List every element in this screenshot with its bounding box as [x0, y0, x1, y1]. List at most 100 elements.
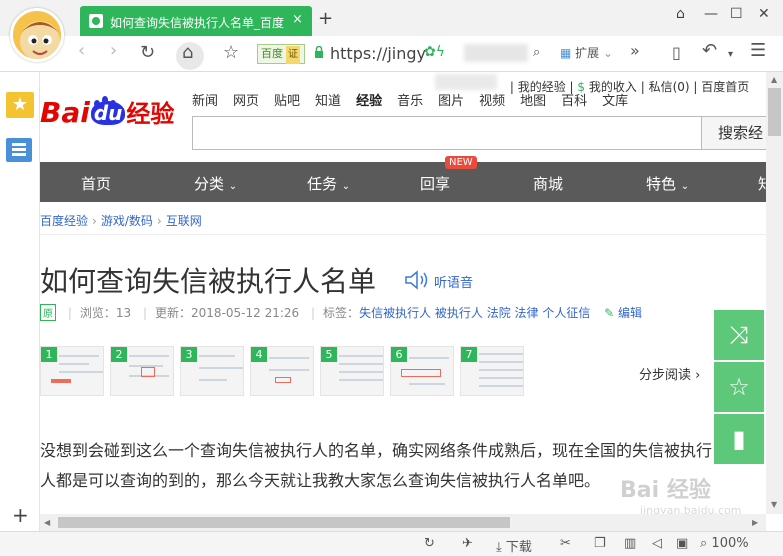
reload-button[interactable]: ↻: [140, 44, 155, 62]
step-thumbnail[interactable]: 3: [180, 346, 244, 396]
layout-icon[interactable]: ▣: [676, 536, 688, 551]
new-tab-button[interactable]: +: [318, 8, 333, 29]
nav-wenku[interactable]: 文库: [602, 94, 628, 109]
share-icon: ⤨: [729, 321, 749, 349]
minimize-button[interactable]: —: [704, 6, 718, 22]
tab-close-button[interactable]: ×: [292, 12, 303, 27]
user-avatar[interactable]: [10, 8, 64, 62]
horizontal-scrollbar[interactable]: ◀ ▶: [40, 514, 766, 531]
undo-button[interactable]: ↶: [702, 42, 717, 60]
vertical-scroll-thumb[interactable]: [768, 88, 781, 136]
main-nav-mall[interactable]: 商城: [533, 173, 563, 194]
nav-web[interactable]: 网页: [233, 94, 259, 109]
main-nav-featured-label: 特色: [646, 175, 677, 193]
main-nav-home[interactable]: 首页: [81, 173, 111, 194]
step-thumbnails: 1 2 3 4 5 6 7: [40, 346, 560, 398]
scroll-up-icon[interactable]: ▲: [771, 75, 777, 84]
search-button[interactable]: 搜索经: [702, 116, 766, 150]
nav-tieba[interactable]: 贴吧: [274, 94, 300, 109]
back-button[interactable]: ‹: [78, 42, 85, 60]
horizontal-scroll-thumb[interactable]: [58, 517, 510, 528]
step-thumbnail[interactable]: 4: [250, 346, 314, 396]
extensions-button[interactable]: ▦ 扩展 ⌄: [560, 44, 613, 61]
zoom-icon: ⌕: [700, 536, 708, 551]
scroll-down-icon[interactable]: ▼: [771, 500, 777, 509]
page-content: xxxxxxxxxx | 我的经验 | $ 我的收入 | 私信(0) | 百度首…: [40, 72, 766, 514]
skin-icon[interactable]: ⌂: [676, 6, 685, 22]
chevron-right-icon: ›: [92, 214, 97, 228]
refresh-icon[interactable]: ↻: [424, 536, 435, 551]
cut-icon[interactable]: ✂: [560, 536, 571, 551]
step-read-button[interactable]: 分步阅读 ›: [639, 364, 700, 383]
trash-icon[interactable]: ▥: [624, 536, 636, 551]
baidu-jingyan-favicon-icon: [89, 14, 103, 28]
main-nav-category[interactable]: 分类 ⌄: [194, 173, 237, 194]
add-sidebar-button[interactable]: +: [12, 505, 29, 525]
link-messages[interactable]: 私信(0): [649, 80, 690, 94]
scroll-right-icon[interactable]: ▶: [752, 518, 758, 527]
more-extensions-button[interactable]: »: [630, 42, 640, 60]
title-bar: 如何查询失信被执行人名单_百度 × + ⌂ — ☐ ✕: [0, 0, 783, 36]
window-icon[interactable]: ❐: [594, 536, 606, 551]
search-icon[interactable]: ⌕: [533, 44, 540, 62]
top-nav: 新闻 网页 贴吧 知道 经验 音乐 图片 视频 地图 百科 文库: [192, 90, 643, 109]
certification-badge[interactable]: 百度证: [257, 44, 305, 64]
favorite-button[interactable]: ☆: [714, 362, 764, 412]
star-icon: ☆: [728, 373, 750, 401]
forward-button[interactable]: ›: [110, 42, 117, 60]
step-thumbnail[interactable]: 2: [110, 346, 174, 396]
step-thumbnail[interactable]: 1: [40, 346, 104, 396]
rocket-icon[interactable]: ✈: [462, 536, 473, 551]
breadcrumb-item[interactable]: 百度经验: [40, 214, 88, 228]
main-nav-huixiang[interactable]: 回享: [420, 173, 450, 194]
share-button[interactable]: ⤨: [714, 310, 764, 360]
phone-icon[interactable]: ▯: [672, 44, 681, 62]
vertical-scrollbar[interactable]: ▲ ▼: [766, 72, 783, 514]
breadcrumb-item[interactable]: 互联网: [166, 214, 202, 228]
divider: [40, 234, 766, 235]
close-window-button[interactable]: ✕: [758, 6, 770, 22]
tags-label: 标签：: [323, 306, 360, 320]
nav-video[interactable]: 视频: [479, 94, 505, 109]
nav-music[interactable]: 音乐: [397, 94, 423, 109]
nav-map[interactable]: 地图: [520, 94, 546, 109]
reading-list-icon[interactable]: [6, 138, 32, 162]
cert-label: 百度: [261, 47, 283, 60]
maximize-button[interactable]: ☐: [730, 6, 743, 22]
breadcrumb-item[interactable]: 游戏/数码: [101, 214, 153, 228]
url-input[interactable]: https://jingy: [330, 44, 426, 63]
nav-baike[interactable]: 百科: [561, 94, 587, 109]
watermark-url: jingyan.baidu.com: [640, 504, 742, 514]
active-tab[interactable]: 如何查询失信被执行人名单_百度 ×: [80, 6, 312, 36]
chevron-down-icon: ⌄: [341, 181, 351, 192]
link-baidu-home[interactable]: 百度首页: [701, 80, 749, 94]
nav-jingyan[interactable]: 经验: [356, 94, 382, 109]
speedup-icon: ✿ϟ: [424, 44, 445, 60]
undo-dropdown-icon[interactable]: ▾: [728, 46, 733, 64]
edit-link[interactable]: ✎ 编辑: [604, 306, 642, 320]
main-nav-featured[interactable]: 特色 ⌄: [646, 173, 689, 194]
page-title: 如何查询失信被执行人名单: [40, 265, 377, 298]
main-nav-zhi[interactable]: 知: [758, 173, 766, 194]
search-input[interactable]: [192, 116, 702, 150]
zoom-control[interactable]: ⌕ 100%: [700, 536, 749, 551]
main-nav-tasks[interactable]: 任务 ⌄: [307, 173, 350, 194]
grid-icon: ▦: [560, 46, 572, 60]
nav-zhidao[interactable]: 知道: [315, 94, 341, 109]
step-thumbnail[interactable]: 7: [460, 346, 524, 396]
cert-mark: 证: [286, 46, 300, 64]
step-thumbnail[interactable]: 6: [390, 346, 454, 396]
listen-link[interactable]: 听语音: [434, 272, 473, 291]
bookmark-button[interactable]: ▮: [714, 414, 764, 464]
step-thumbnail[interactable]: 5: [320, 346, 384, 396]
speaker-icon[interactable]: [404, 270, 432, 290]
nav-news[interactable]: 新闻: [192, 94, 218, 109]
scroll-left-icon[interactable]: ◀: [44, 518, 50, 527]
speaker-status-icon[interactable]: ◁: [652, 536, 662, 551]
tags-links[interactable]: 失信被执行人 被执行人 法院 法律 个人征信: [359, 306, 590, 320]
favorite-star-button[interactable]: ☆: [223, 44, 239, 62]
favorites-star-icon[interactable]: ★: [6, 92, 34, 118]
menu-button[interactable]: ☰: [750, 42, 766, 60]
download-button[interactable]: ⤓ 下载: [496, 536, 532, 555]
nav-images[interactable]: 图片: [438, 94, 464, 109]
